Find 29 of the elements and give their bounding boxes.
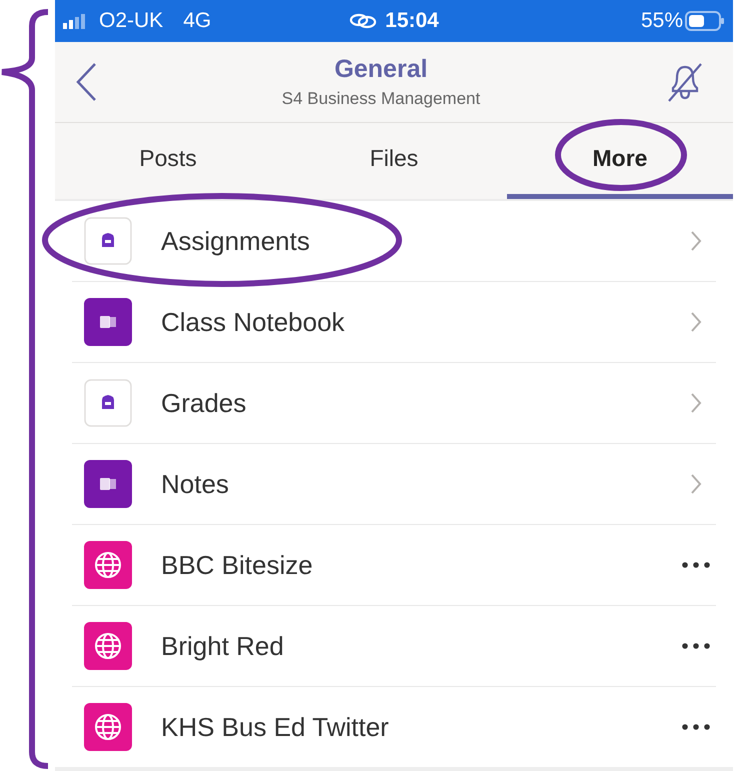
backpack-icon xyxy=(84,217,132,265)
globe-icon xyxy=(84,703,132,751)
more-icon[interactable] xyxy=(682,724,710,730)
list-item[interactable]: Bright Red xyxy=(72,606,716,686)
clock-time: 15:04 xyxy=(385,9,439,33)
link-icon xyxy=(349,13,378,29)
back-icon[interactable] xyxy=(75,62,97,102)
more-icon[interactable] xyxy=(682,643,710,649)
globe-icon xyxy=(84,541,132,589)
tab[interactable]: Files xyxy=(281,123,507,199)
list-item[interactable]: Grades xyxy=(72,363,716,443)
list-item[interactable]: Assignments xyxy=(72,201,716,281)
list-item[interactable]: BBC Bitesize xyxy=(72,525,716,605)
more-icon[interactable] xyxy=(682,562,710,568)
carrier-name: O2-UK xyxy=(99,9,164,33)
battery-percent: 55% xyxy=(640,9,684,33)
channel-title: General xyxy=(334,55,428,84)
battery-icon xyxy=(685,11,726,31)
team-name: S4 Business Management xyxy=(282,89,480,109)
tab[interactable]: Posts xyxy=(55,123,281,199)
backpack-icon xyxy=(84,379,132,427)
list-item[interactable]: KHS Bus Ed Twitter xyxy=(72,687,716,767)
list-item[interactable]: Notes xyxy=(72,444,716,524)
notebook-icon xyxy=(84,298,132,346)
muted-bell-icon[interactable] xyxy=(665,61,705,103)
network-type: 4G xyxy=(183,9,212,33)
notebook-icon xyxy=(84,460,132,508)
globe-icon xyxy=(84,622,132,670)
list-item[interactable]: Class Notebook xyxy=(72,282,716,362)
